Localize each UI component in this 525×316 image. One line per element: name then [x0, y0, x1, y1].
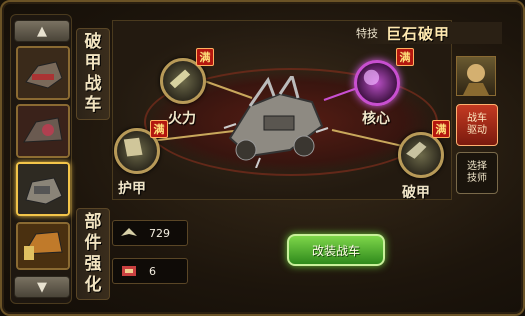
tab-char: 战 — [84, 74, 102, 94]
tab-char: 化 — [84, 275, 102, 295]
button-line: 技师 — [467, 173, 487, 184]
max-level-badge: 满 — [196, 48, 214, 66]
part-label-core: 核心 — [362, 111, 390, 127]
button-line: 驱动 — [467, 125, 487, 136]
button-line: 选择 — [467, 161, 487, 172]
tab-part-strengthen[interactable]: 部 件 强 化 — [76, 208, 110, 300]
tab-break-armor-chariot[interactable]: 破 甲 战 车 — [76, 28, 110, 120]
resource-value: 729 — [149, 226, 170, 240]
part-break-armor[interactable] — [398, 132, 444, 178]
max-level-badge: 满 — [432, 120, 450, 138]
core-gem-icon — [363, 69, 380, 86]
vehicle-slot-3-selected[interactable] — [16, 162, 70, 216]
part-label-firepower: 火力 — [168, 111, 196, 127]
part-label-armor: 护甲 — [118, 181, 146, 197]
chariot-icon — [18, 224, 68, 268]
tab-char: 部 — [84, 212, 102, 232]
skill-bar: 特技 巨石破甲 — [356, 22, 502, 44]
chariot-model-icon — [223, 76, 329, 168]
chariot-icon — [18, 48, 68, 98]
technician-avatar[interactable] — [456, 56, 496, 96]
skill-label: 特技 — [356, 27, 378, 40]
vehicle-slot-1[interactable] — [16, 46, 70, 100]
vehicle-slot-2[interactable] — [16, 104, 70, 158]
scroll-down-button[interactable]: ▼ — [14, 276, 70, 298]
resource-material: 729 — [112, 220, 188, 246]
cannon-icon — [169, 69, 191, 89]
chariot-icon — [18, 106, 68, 156]
helmet-portrait-icon — [463, 64, 489, 95]
arrow-down-icon: ▼ — [37, 279, 47, 295]
skill-name: 巨石破甲 — [386, 24, 451, 43]
resource-value: 6 — [149, 264, 156, 278]
select-technician-button[interactable]: 选择 技师 — [456, 152, 498, 194]
part-core[interactable] — [354, 60, 400, 106]
tab-char: 件 — [84, 233, 102, 253]
part-label-break-armor: 破甲 — [402, 185, 430, 201]
tab-char: 车 — [84, 95, 102, 115]
max-level-badge: 满 — [150, 120, 168, 138]
shield-armor-icon — [123, 137, 143, 157]
resource-scroll: 6 — [112, 258, 188, 284]
scroll-up-button[interactable]: ▲ — [14, 20, 70, 42]
chariot-drive-button[interactable]: 战车 驱动 — [456, 104, 498, 146]
chariot-icon — [18, 164, 68, 214]
tab-char: 破 — [84, 32, 102, 52]
tab-char: 甲 — [84, 53, 102, 73]
ram-icon — [406, 141, 427, 159]
button-line: 战车 — [467, 113, 487, 124]
scroll-item-icon — [122, 266, 136, 276]
button-label: 改装战车 — [311, 243, 360, 258]
tab-char: 强 — [84, 254, 102, 274]
wings-material-icon — [121, 228, 137, 236]
modify-chariot-button[interactable]: 改装战车 — [287, 234, 385, 266]
arrow-up-icon: ▲ — [37, 23, 47, 39]
vehicle-slot-4[interactable] — [16, 222, 70, 270]
max-level-badge: 满 — [396, 48, 414, 66]
